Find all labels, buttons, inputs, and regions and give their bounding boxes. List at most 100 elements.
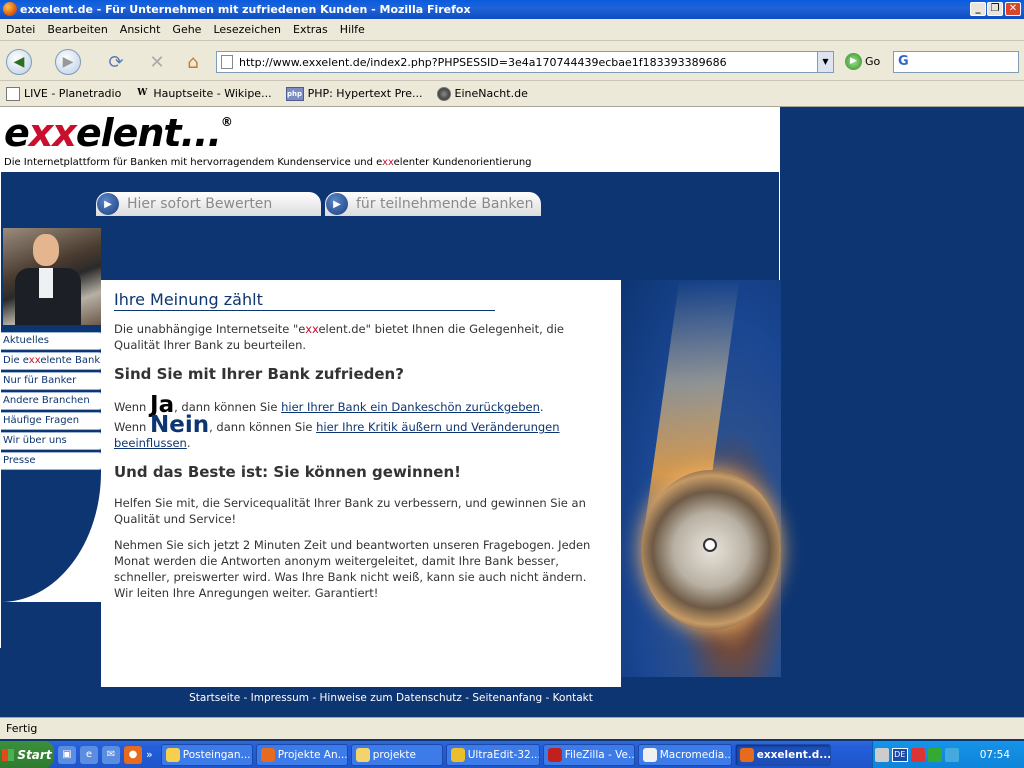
task-posteingang[interactable]: Posteingan... xyxy=(160,743,253,766)
network-icon[interactable] xyxy=(927,747,942,762)
page-content: exxelent...® Die Internetplattform für B… xyxy=(0,107,1024,717)
task-filezilla[interactable]: FileZilla - Ve... xyxy=(542,743,635,766)
status-bar: Fertig xyxy=(0,717,1024,739)
decorative-curve xyxy=(1,472,101,602)
url-field[interactable]: http://www.exxelent.de/index2.php?PHPSES… xyxy=(216,51,834,73)
menu-bar: Datei Bearbeiten Ansicht Gehe Lesezeiche… xyxy=(0,19,1024,41)
back-icon[interactable]: ◀ xyxy=(6,49,32,75)
firefox-quicklaunch-icon[interactable]: ● xyxy=(124,745,142,764)
php-icon: php xyxy=(285,86,304,101)
menu-extras[interactable]: Extras xyxy=(287,23,334,36)
reload-icon[interactable]: ⟳ xyxy=(103,49,129,75)
chevron-icon[interactable]: » xyxy=(146,748,153,761)
bookmark-label: LIVE - Planetradio xyxy=(24,87,122,100)
menu-ansicht[interactable]: Ansicht xyxy=(114,23,167,36)
menu-bearbeiten[interactable]: Bearbeiten xyxy=(41,23,113,36)
site-logo[interactable]: exxelent...® xyxy=(4,111,233,155)
minimize-button[interactable]: _ xyxy=(970,2,986,16)
system-tray: DE 07:54 xyxy=(872,741,1024,768)
page-title: Ihre Meinung zählt xyxy=(114,290,495,311)
menu-hilfe[interactable]: Hilfe xyxy=(334,23,371,36)
menu-lesezeichen[interactable]: Lesezeichen xyxy=(207,23,287,36)
task-projekte[interactable]: projekte xyxy=(350,743,443,766)
firefox-icon xyxy=(3,2,17,16)
window-titlebar[interactable]: exxelent.de - Für Unternehmen mit zufrie… xyxy=(0,0,1024,19)
outlook-icon[interactable]: ✉ xyxy=(102,745,120,764)
arrow-right-icon: ▶ xyxy=(326,193,348,215)
antivirus-icon[interactable] xyxy=(910,747,925,762)
menu-datei[interactable]: Datei xyxy=(0,23,41,36)
win-heading: Und das Beste ist: Sie können gewinnen! xyxy=(114,463,461,481)
bookmark-label: PHP: Hypertext Pre... xyxy=(307,87,423,100)
nein-word: Nein xyxy=(150,412,210,438)
google-search-icon: G xyxy=(898,54,909,69)
task-exxelent[interactable]: exxelent.d... xyxy=(734,743,831,766)
show-desktop-icon[interactable]: ▣ xyxy=(58,745,76,764)
nav-wir-ueber-uns[interactable]: Wir über uns xyxy=(1,432,107,450)
tab-sofort-bewerten[interactable]: ▶ Hier sofort Bewerten xyxy=(96,192,321,216)
menu-gehe[interactable]: Gehe xyxy=(166,23,207,36)
page-icon xyxy=(6,86,20,101)
compass-image xyxy=(621,280,781,677)
site-tagline: Die Internetplattform für Banken mit her… xyxy=(4,157,532,168)
nav-aktuelles[interactable]: Aktuelles xyxy=(1,332,107,350)
folder-icon xyxy=(355,747,370,762)
nav-presse[interactable]: Presse xyxy=(1,452,107,470)
window-title: exxelent.de - Für Unternehmen mit zufrie… xyxy=(20,3,471,16)
taskbar: Start ▣ e ✉ ● » Posteingan... Projekte A… xyxy=(0,741,1024,768)
forward-icon[interactable]: ▶ xyxy=(55,49,81,75)
stop-icon[interactable]: ✕ xyxy=(144,49,170,75)
go-button[interactable]: ▶ Go xyxy=(845,53,880,70)
bookmark-label: EineNacht.de xyxy=(454,87,528,100)
bookmark-item[interactable]: LIVE - Planetradio xyxy=(6,86,122,101)
nav-nur-fuer-banker[interactable]: Nur für Banker xyxy=(1,372,107,390)
close-button[interactable]: ✕ xyxy=(1005,2,1021,16)
app-icon xyxy=(165,747,180,762)
tab-label: Hier sofort Bewerten xyxy=(127,196,273,212)
header-photo xyxy=(3,228,101,325)
nav-exxelente-bank[interactable]: Die exxelente Bank xyxy=(1,352,107,370)
bookmark-label: Hauptseite - Wikipe... xyxy=(153,87,272,100)
footer-link-kontakt[interactable]: Kontakt xyxy=(553,692,593,704)
volume-icon[interactable] xyxy=(874,747,889,762)
tray-app-icon[interactable] xyxy=(944,747,959,762)
home-icon[interactable]: ⌂ xyxy=(180,49,206,75)
go-label: Go xyxy=(865,55,881,68)
wikipedia-icon: W xyxy=(137,87,148,98)
bookmark-item[interactable]: W Hauptseite - Wikipe... xyxy=(135,87,271,101)
language-indicator[interactable]: DE xyxy=(891,747,908,762)
site-body: ▶ Hier sofort Bewerten ▶ für teilnehmend… xyxy=(0,172,781,704)
clock: 07:54 xyxy=(979,748,1010,761)
url-dropdown-icon[interactable]: ▼ xyxy=(817,52,833,72)
footer-link-impressum[interactable]: Impressum xyxy=(251,692,309,704)
para-survey: Nehmen Sie sich jetzt 2 Minuten Zeit und… xyxy=(114,538,591,600)
go-icon: ▶ xyxy=(845,53,862,70)
nav-haeufige-fragen[interactable]: Häufige Fragen xyxy=(1,412,107,430)
footer-link-datenschutz[interactable]: Hinweise zum Datenschutz xyxy=(320,692,462,704)
bookmark-item[interactable]: php PHP: Hypertext Pre... xyxy=(285,86,423,101)
bookmarks-toolbar: LIVE - Planetradio W Hauptseite - Wikipe.… xyxy=(0,81,1024,107)
arrow-right-icon: ▶ xyxy=(97,193,119,215)
ie-icon[interactable]: e xyxy=(80,745,98,764)
firefox-icon xyxy=(739,747,754,762)
bookmark-item[interactable]: EineNacht.de xyxy=(436,86,528,101)
page-icon xyxy=(221,55,233,69)
task-ultraedit[interactable]: UltraEdit-32... xyxy=(445,743,540,766)
start-button[interactable]: Start xyxy=(0,741,54,768)
footer-link-startseite[interactable]: Startseite xyxy=(189,692,240,704)
navigation-toolbar: ◀ ▶ ⟳ ✕ ⌂ http://www.exxelent.de/index2.… xyxy=(0,41,1024,81)
side-navigation: Aktuelles Die exxelente Bank Nur für Ban… xyxy=(1,332,109,472)
search-input[interactable]: G xyxy=(893,51,1019,73)
maximize-button[interactable]: ❐ xyxy=(987,2,1003,16)
tab-teilnehmende-banken[interactable]: ▶ für teilnehmende Banken xyxy=(325,192,541,216)
task-macromedia[interactable]: Macromedia... xyxy=(637,743,732,766)
ja-link[interactable]: hier Ihrer Bank ein Dankeschön zurückgeb… xyxy=(281,400,540,414)
footer-link-seitenanfang[interactable]: Seitenanfang xyxy=(472,692,542,704)
globe-icon xyxy=(436,86,451,101)
intro-text: Die unabhängige Internetseite "exxelent.… xyxy=(114,322,564,352)
task-projekte-an[interactable]: Projekte An... xyxy=(255,743,348,766)
windows-logo-icon xyxy=(2,748,15,761)
site-footer: Startseite - Impressum - Hinweise zum Da… xyxy=(189,692,593,704)
nav-andere-branchen[interactable]: Andere Branchen xyxy=(1,392,107,410)
macromedia-icon xyxy=(642,747,657,762)
